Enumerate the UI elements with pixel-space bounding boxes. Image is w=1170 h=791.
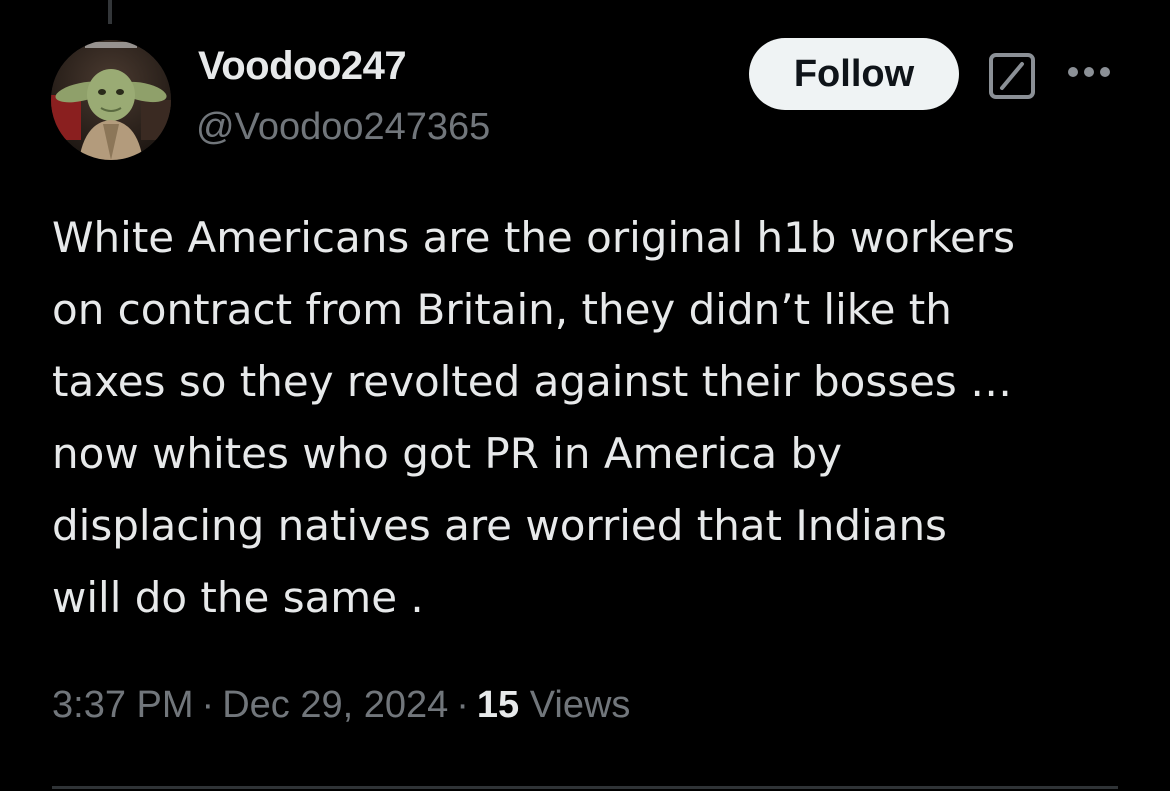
views-count: 15	[476, 684, 520, 726]
tweet-text-line: taxes so they revolted against their bos…	[52, 357, 1013, 406]
meta-separator: ·	[456, 684, 469, 726]
tweet-meta: 3:37 PM · Dec 29, 2024 · 15 Views	[52, 684, 630, 727]
follow-button[interactable]: Follow	[749, 38, 959, 110]
author-handle[interactable]: @Voodoo247365	[196, 106, 490, 149]
thread-connector-line	[108, 0, 112, 24]
tweet-date[interactable]: Dec 29, 2024	[222, 684, 448, 726]
tweet-text-line: displacing natives are worried that Indi…	[52, 501, 947, 550]
more-options-icon[interactable]	[1066, 60, 1112, 84]
views-label: Views	[529, 684, 631, 726]
tweet-text: White Americans are the original h1b wor…	[52, 202, 1142, 634]
author-avatar[interactable]	[51, 40, 171, 160]
tweet-text-line: will do the same .	[52, 573, 424, 622]
divider	[52, 786, 1118, 789]
tweet-time[interactable]: 3:37 PM	[52, 684, 194, 726]
tweet-text-line: now whites who got PR in America by	[52, 429, 843, 478]
grok-icon[interactable]	[988, 52, 1036, 100]
yoda-avatar-image	[51, 40, 171, 160]
author-display-name[interactable]: Voodoo247	[198, 44, 407, 89]
tweet-text-line: on contract from Britain, they didn’t li…	[52, 285, 952, 334]
meta-separator: ·	[201, 684, 215, 726]
tweet-text-line: White Americans are the original h1b wor…	[52, 213, 1015, 262]
